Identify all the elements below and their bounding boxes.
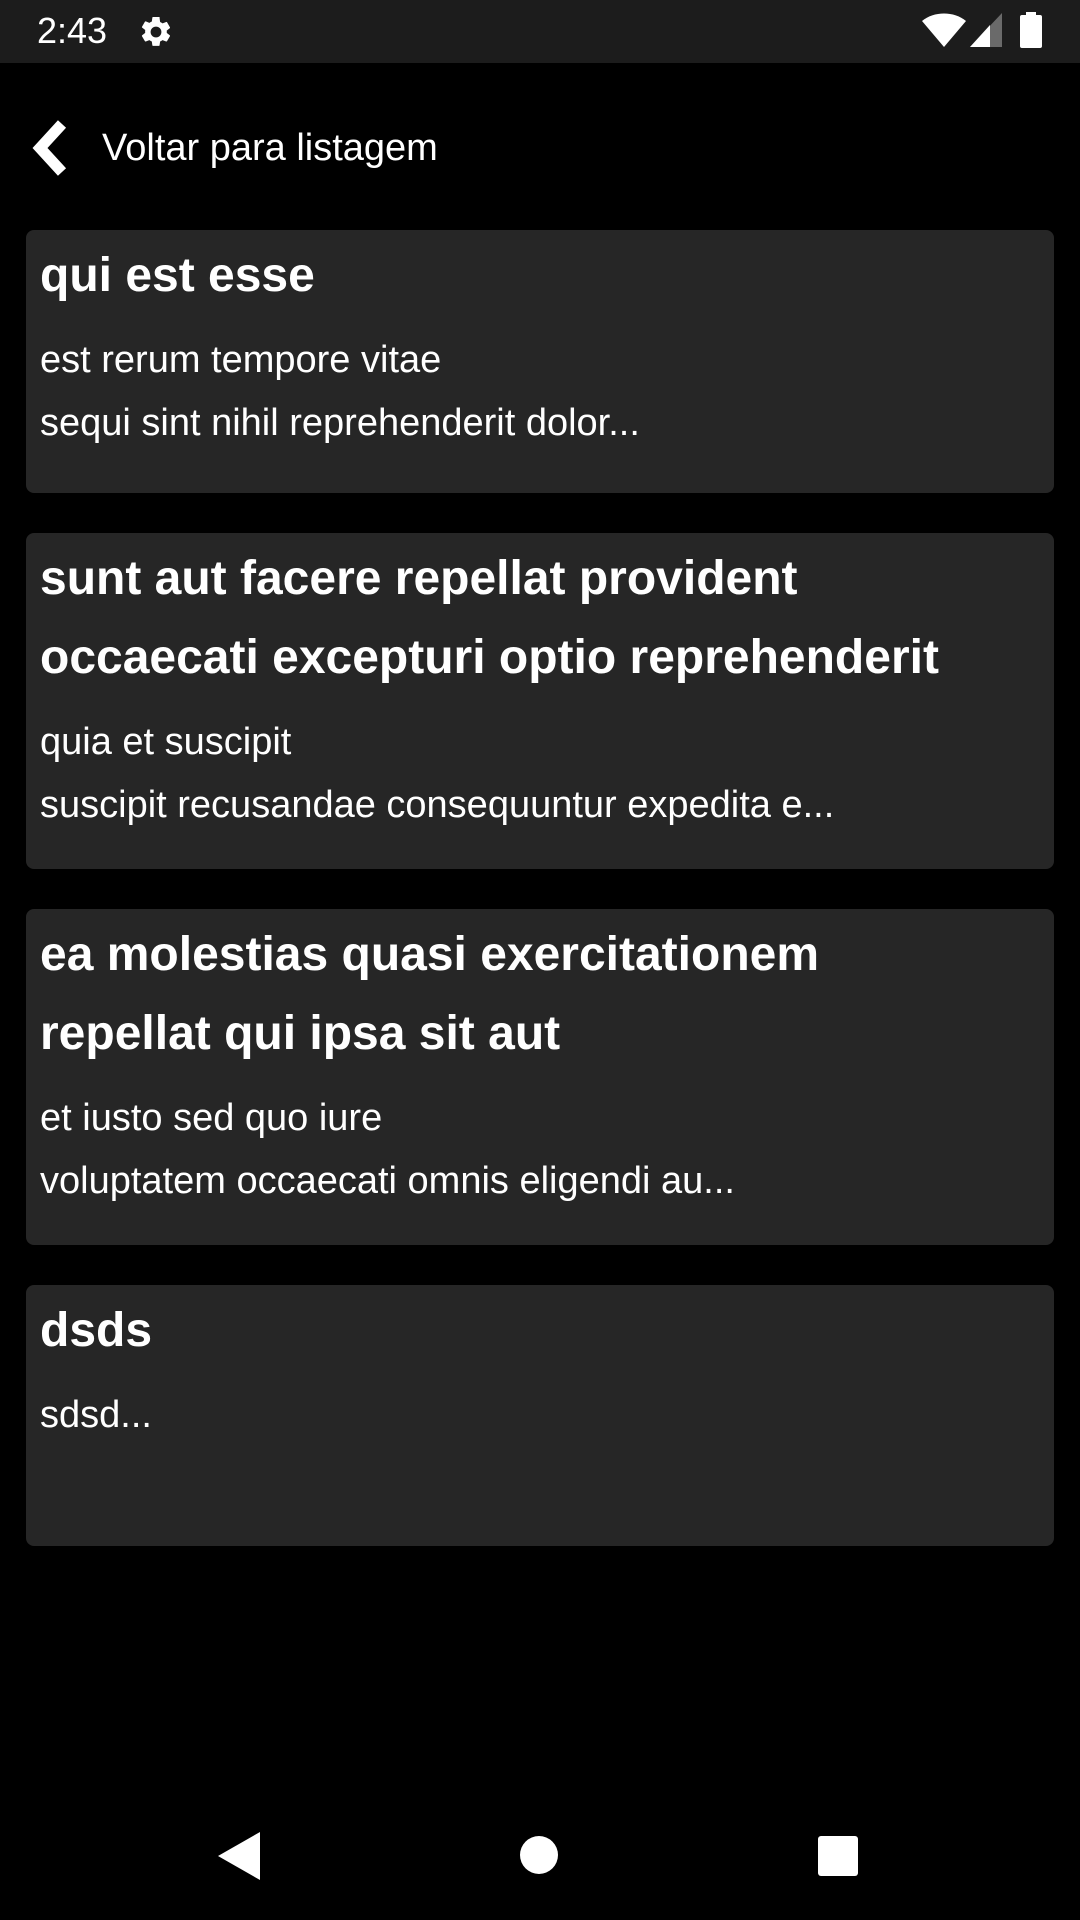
chevron-left-icon[interactable]: [28, 118, 72, 178]
post-card[interactable]: sunt aut facere repellat provident occae…: [26, 533, 1054, 869]
post-card[interactable]: dsds sdsd...: [26, 1285, 1054, 1546]
status-time: 2:43: [37, 10, 108, 51]
post-excerpt: et iusto sed quo iure voluptatem occaeca…: [40, 1097, 735, 1202]
post-title: ea molestias quasi exercitationem repell…: [40, 928, 820, 1060]
post-card[interactable]: ea molestias quasi exercitationem repell…: [26, 909, 1054, 1245]
post-list: qui est esse est rerum tempore vitae seq…: [26, 230, 1054, 1586]
screen: 2:43 Voltar para listagem qui est esse e…: [0, 0, 1080, 1920]
post-excerpt: sdsd...: [40, 1394, 152, 1436]
post-excerpt: est rerum tempore vitae sequi sint nihil…: [40, 339, 640, 444]
nav-recents-icon[interactable]: [818, 1836, 858, 1876]
post-card[interactable]: qui est esse est rerum tempore vitae seq…: [26, 230, 1054, 493]
nav-back-icon[interactable]: [218, 1832, 260, 1880]
post-title: qui est esse: [40, 249, 315, 302]
gear-icon: [141, 16, 171, 46]
battery-icon: [1020, 12, 1042, 48]
status-bar: 2:43: [0, 0, 1080, 63]
wifi-icon: [922, 13, 966, 47]
post-title: dsds: [40, 1304, 153, 1357]
back-label[interactable]: Voltar para listagem: [102, 126, 438, 170]
navigation-bar: [0, 1794, 1080, 1920]
nav-home-icon[interactable]: [520, 1836, 558, 1874]
post-title: sunt aut facere repellat provident occae…: [40, 552, 939, 684]
back-to-list-button[interactable]: Voltar para listagem: [0, 110, 1080, 186]
signal-icon: [970, 13, 1002, 47]
post-excerpt: quia et suscipit suscipit recusandae con…: [40, 721, 835, 826]
